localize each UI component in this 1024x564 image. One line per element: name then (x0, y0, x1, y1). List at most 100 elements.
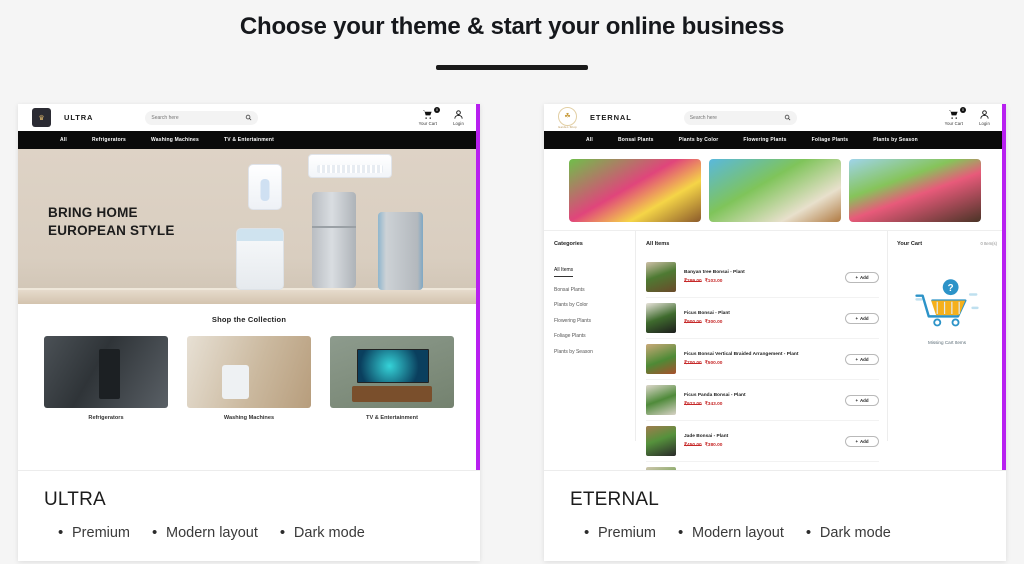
nav-item-tv-entertainment[interactable]: TV & Entertainment (224, 137, 274, 143)
collection-tile-label: Washing Machines (223, 415, 275, 421)
product-row[interactable]: Ficus Bonsai - Plant ₹900.00 ₹300.00 + Add (646, 298, 879, 339)
category-item-plants-by-season[interactable]: Plants by Season (554, 349, 635, 355)
product-thumbnail (646, 262, 676, 292)
product-price: ₹700.00 ₹500.00 (684, 361, 837, 366)
product-row[interactable] (646, 462, 879, 470)
theme-name-eternal: ETERNAL (570, 489, 660, 510)
login-label-eternal: Login (979, 121, 990, 126)
nav-item-all[interactable]: All (60, 137, 67, 143)
nav-item-plants-by-season[interactable]: Plants by Season (873, 137, 918, 143)
storefront-header-eternal: ☘ Garden Shop ETERNAL 0 Your Cart (544, 104, 1006, 131)
product-price: ₹923.00 ₹343.00 (684, 402, 837, 407)
cart-button-ultra[interactable]: 0 Your Cart (418, 107, 440, 126)
search-input-eternal[interactable] (689, 114, 784, 121)
add-label: Add (860, 356, 869, 362)
product-new-price: ₹103.00 (704, 279, 723, 285)
add-to-cart-button[interactable]: + Add (845, 312, 879, 324)
banner-image-1[interactable] (569, 159, 701, 222)
svg-text:?: ? (948, 283, 954, 294)
collection-tile-label: TV & Entertainment (366, 415, 418, 421)
feature-item: Premium (58, 524, 130, 541)
nav-item-bonsai-plants[interactable]: Bonsai Plants (618, 137, 654, 143)
add-to-cart-button[interactable]: + Add (845, 353, 879, 365)
theme-preview-eternal[interactable]: ☘ Garden Shop ETERNAL 0 Your Cart (544, 104, 1006, 471)
collection-tile-tv-entertainment[interactable]: TV & Entertainment (330, 336, 454, 421)
nav-item-foliage-plants[interactable]: Foliage Plants (812, 137, 849, 143)
water-heater-image (248, 164, 282, 210)
hero-floor (18, 288, 480, 304)
nav-item-all[interactable]: All (586, 137, 593, 143)
add-to-cart-button[interactable]: + Add (845, 435, 879, 447)
plus-icon: + (855, 356, 859, 362)
theme-features-ultra: Premium Modern layout Dark mode (44, 524, 454, 541)
collection-tile-washing-machines[interactable]: Washing Machines (187, 336, 311, 421)
tv-tile-image (330, 336, 454, 408)
product-name: Banyan tree Bonsai - Plant (684, 269, 745, 275)
double-door-fridge-image (312, 192, 356, 288)
washing-machine-tile-image (187, 336, 311, 408)
product-new-price: ₹380.00 (704, 443, 723, 449)
product-name: Ficus Bonsai Vertical Braided Arrangemen… (684, 351, 799, 357)
category-item-foliage-plants[interactable]: Foliage Plants (554, 333, 635, 339)
search-input-ultra[interactable] (151, 114, 246, 121)
hero-line-1: BRING HOME (48, 205, 138, 220)
product-old-price: ₹450.00 (684, 443, 702, 449)
product-thumbnail (646, 303, 676, 333)
brand-tagline: Garden Shop (558, 125, 577, 129)
theme-card-ultra[interactable]: ♛ ULTRA 0 Your Cart (18, 104, 480, 561)
storefront-body-eternal: Categories All Items Bonsai Plants Plant… (544, 230, 1006, 470)
login-button-ultra[interactable]: Login (453, 109, 464, 126)
add-to-cart-button[interactable]: + Add (845, 394, 879, 406)
cart-label-ultra: Your Cart (418, 121, 437, 126)
login-button-eternal[interactable]: Login (979, 109, 990, 126)
search-bar-eternal[interactable] (683, 110, 797, 125)
cart-panel: Your Cart 0 Item(s) ? Missing Cart Items (888, 231, 1006, 441)
nav-item-washing-machines[interactable]: Washing Machines (151, 137, 199, 143)
product-thumbnail (646, 426, 676, 456)
search-icon (246, 114, 252, 121)
add-to-cart-button[interactable]: + Add (845, 271, 879, 283)
category-item-all-items[interactable]: All Items (554, 267, 574, 277)
cart-panel-title: Your Cart (897, 241, 923, 247)
cart-button-eternal[interactable]: 0 Your Cart (944, 107, 966, 126)
theme-preview-ultra[interactable]: ♛ ULTRA 0 Your Cart (18, 104, 480, 471)
brand-name-ultra: ULTRA (64, 113, 94, 122)
product-row[interactable]: Jade Bonsai - Plant ₹450.00 ₹380.00 + Add (646, 421, 879, 462)
product-row[interactable]: Banyan tree Bonsai - Plant ₹299.00 ₹103.0… (646, 257, 879, 298)
nav-item-plants-by-color[interactable]: Plants by Color (679, 137, 719, 143)
category-item-bonsai-plants[interactable]: Bonsai Plants (554, 287, 635, 293)
cart-badge-ultra: 0 (434, 107, 440, 113)
product-list: All Items Banyan tree Bonsai - Plant ₹29… (636, 231, 888, 470)
plus-icon: + (855, 397, 859, 403)
banner-image-3[interactable] (849, 159, 981, 222)
search-bar-ultra[interactable] (145, 110, 259, 125)
product-new-price: ₹500.00 (704, 361, 723, 367)
product-name: Jade Bonsai - Plant (684, 433, 729, 439)
cart-label-eternal: Your Cart (944, 121, 963, 126)
theme-caption-eternal: ETERNAL Premium Modern layout Dark mode (544, 471, 1006, 551)
categories-sidebar: Categories All Items Bonsai Plants Plant… (544, 231, 636, 441)
product-new-price: ₹343.00 (704, 402, 723, 408)
refrigerator-tile-image (44, 336, 168, 408)
product-row[interactable]: Ficus Panda Bonsai - Plant ₹923.00 ₹343.0… (646, 380, 879, 421)
theme-features-eternal: Premium Modern layout Dark mode (570, 524, 980, 541)
preview-scrollbar-ultra[interactable] (476, 104, 480, 470)
category-item-plants-by-color[interactable]: Plants by Color (554, 302, 635, 308)
preview-scrollbar-eternal[interactable] (1002, 104, 1006, 470)
hero-appliance-group (230, 150, 480, 290)
category-item-flowering-plants[interactable]: Flowering Plants (554, 318, 635, 324)
product-name: Ficus Bonsai - Plant (684, 310, 730, 316)
nav-item-refrigerators[interactable]: Refrigerators (92, 137, 126, 143)
plus-icon: + (855, 438, 859, 444)
storefront-nav-ultra: All Refrigerators Washing Machines TV & … (18, 131, 480, 149)
banner-image-2[interactable] (709, 159, 841, 222)
product-old-price: ₹700.00 (684, 361, 702, 367)
brand-name-eternal: ETERNAL (590, 113, 632, 122)
theme-card-eternal[interactable]: ☘ Garden Shop ETERNAL 0 Your Cart (544, 104, 1006, 561)
nav-item-flowering-plants[interactable]: Flowering Plants (743, 137, 786, 143)
product-row[interactable]: Ficus Bonsai Vertical Braided Arrangemen… (646, 339, 879, 380)
user-icon (454, 110, 463, 119)
collection-tile-refrigerators[interactable]: Refrigerators (44, 336, 168, 421)
theme-card-list: ♛ ULTRA 0 Your Cart (0, 104, 1024, 561)
collection-tile-label: Refrigerators (88, 415, 124, 421)
